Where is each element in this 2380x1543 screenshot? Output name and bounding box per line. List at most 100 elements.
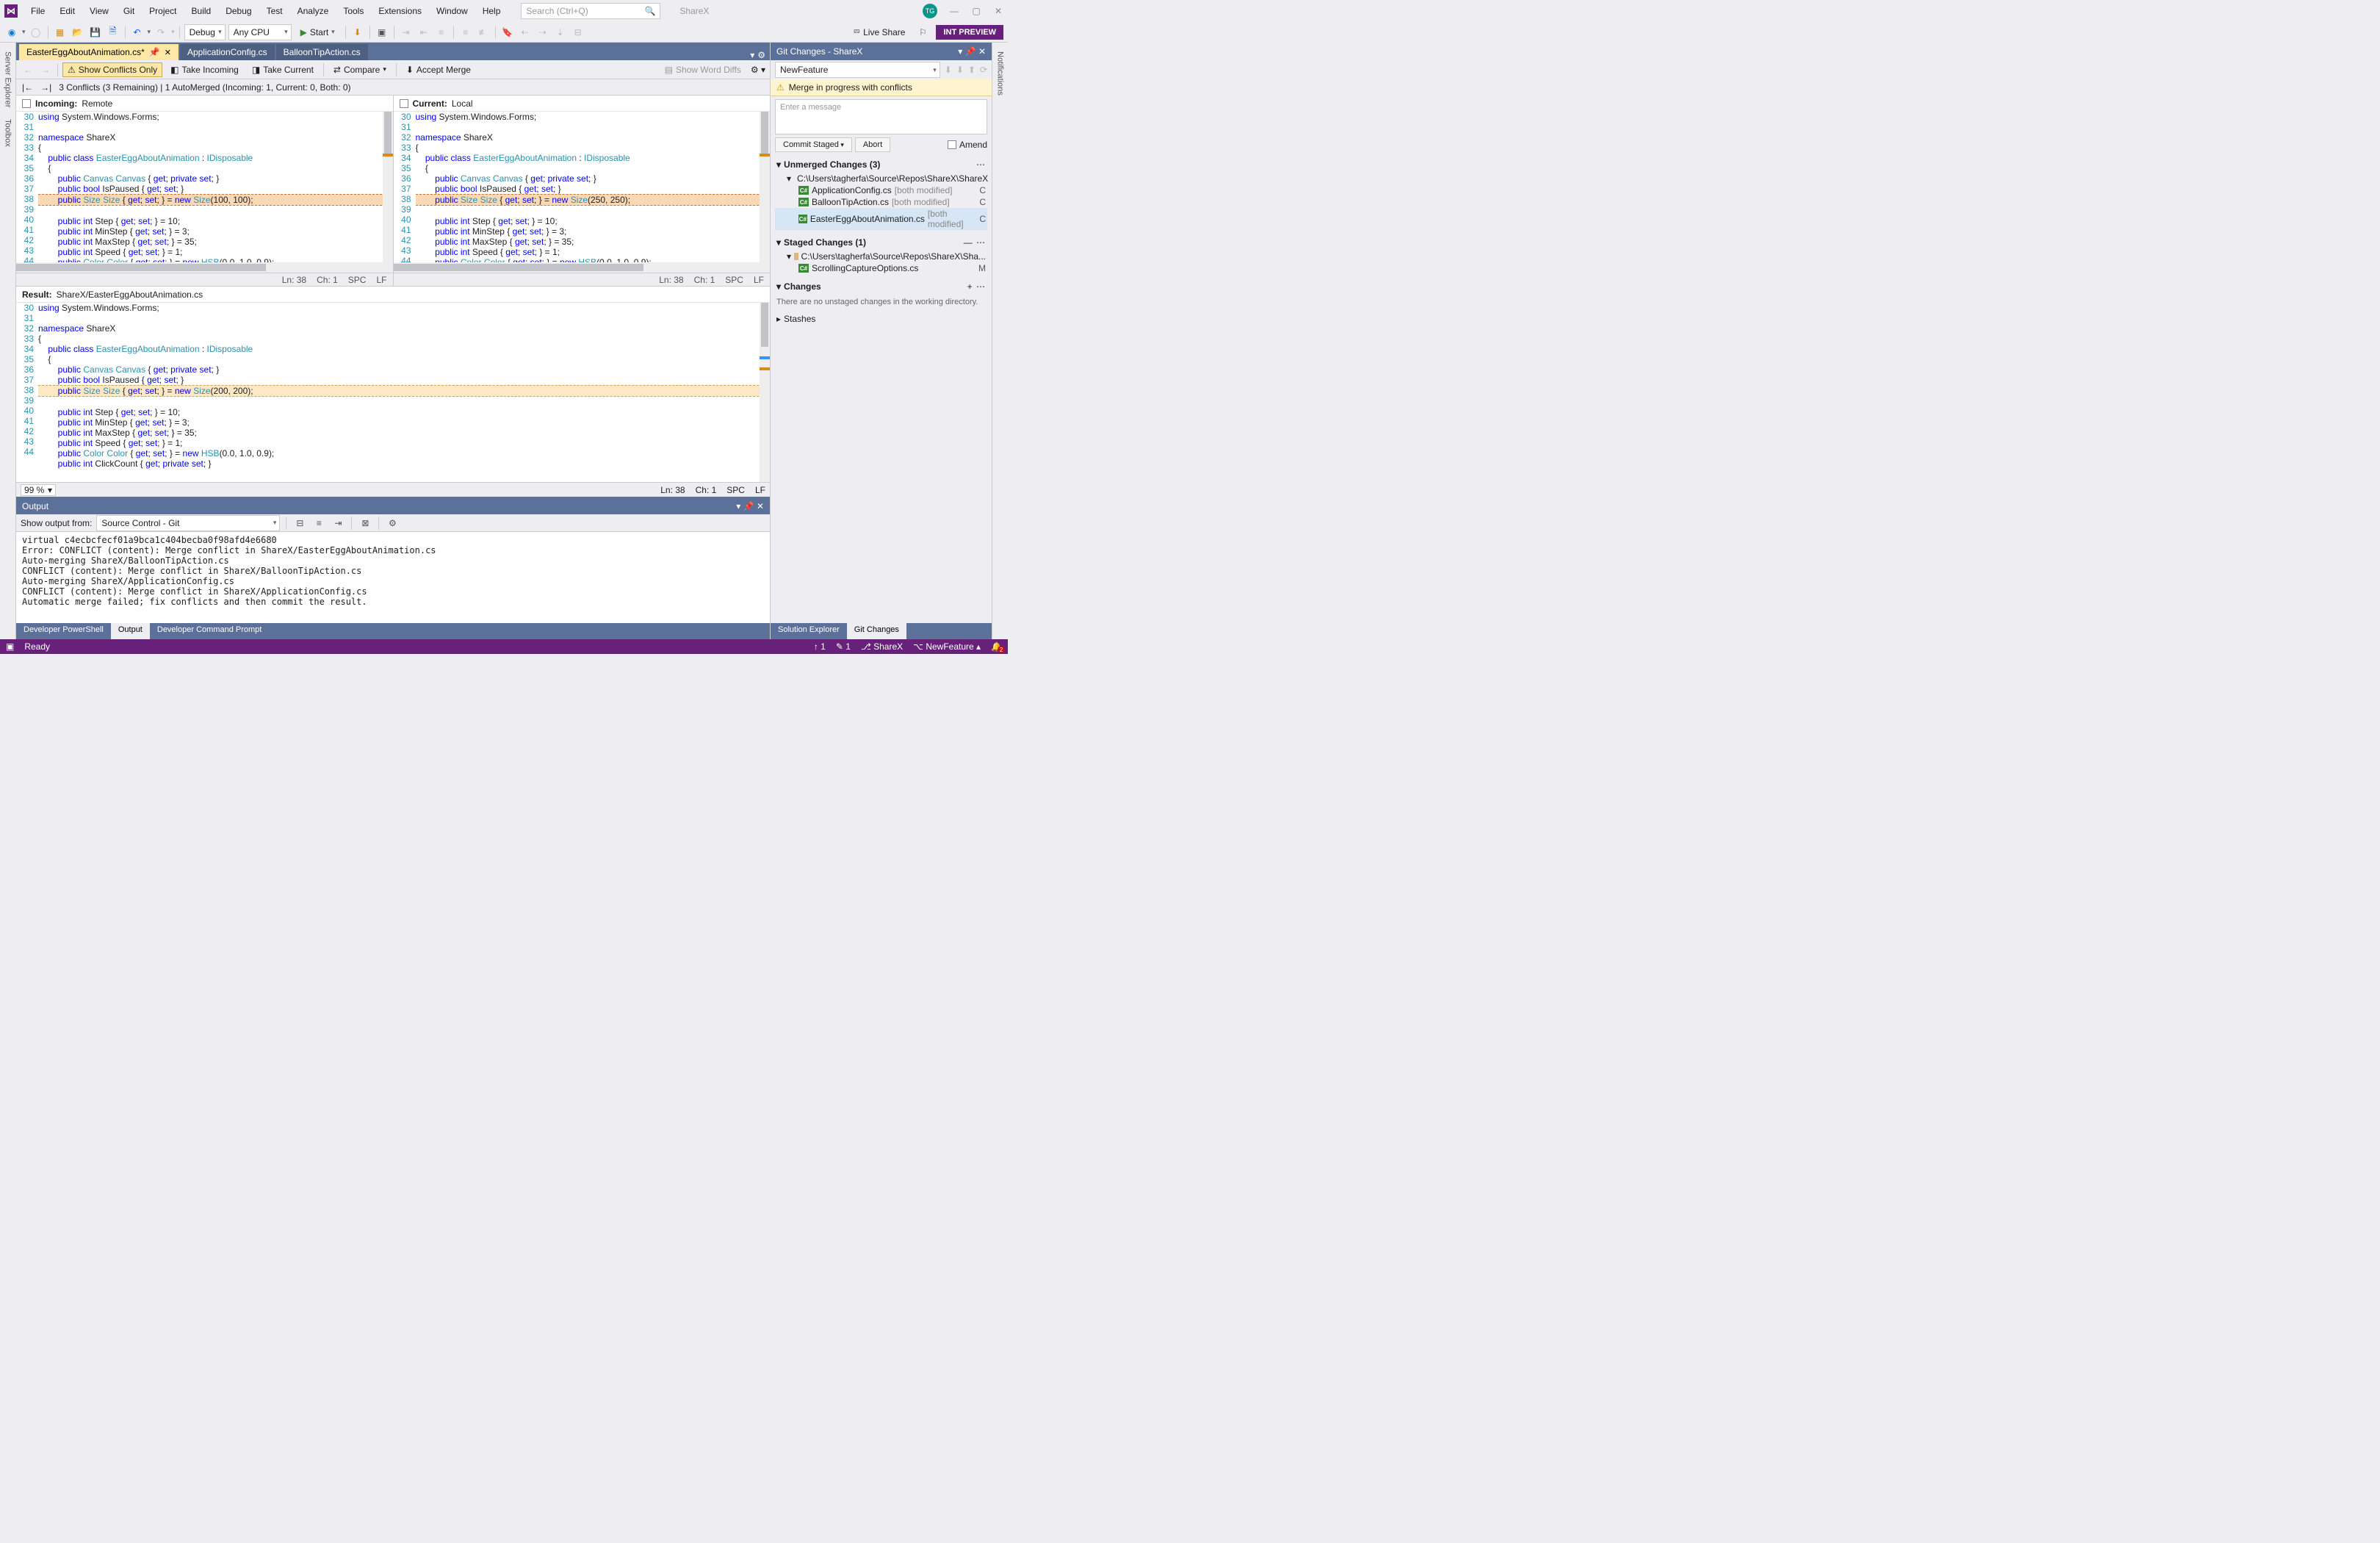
close-button[interactable]: ✕ <box>993 6 1003 16</box>
menu-build[interactable]: Build <box>186 3 217 19</box>
scrollbar-h[interactable] <box>394 262 771 273</box>
notification-bell-icon[interactable]: 🔔2 <box>991 641 1002 652</box>
config-dropdown[interactable]: Debug <box>184 24 226 40</box>
unmerged-file-2[interactable]: C#EasterEggAboutAnimation.cs [both modif… <box>775 208 987 230</box>
solution-explorer-tab[interactable]: Solution Explorer <box>771 623 847 639</box>
live-share-button[interactable]: ⮹ Live Share <box>849 26 910 37</box>
take-current-button[interactable]: ◨Take Current <box>247 62 319 77</box>
status-repo[interactable]: ⎇ ShareX <box>861 641 903 652</box>
stage-icon[interactable]: + <box>967 281 973 292</box>
maximize-button[interactable]: ▢ <box>971 6 981 16</box>
incoming-code[interactable]: 30 31 32 33 34 35 36 37 38 39 40 41 42 4… <box>16 112 393 262</box>
word-diffs-button[interactable]: ▤Show Word Diffs <box>660 62 746 77</box>
zoom-dropdown[interactable]: 99 %▾ <box>21 484 56 496</box>
menu-test[interactable]: Test <box>261 3 289 19</box>
gear-icon[interactable]: ⚙ ▾ <box>751 65 765 75</box>
menu-project[interactable]: Project <box>143 3 182 19</box>
output-toggle-icon[interactable]: ▣ <box>6 641 14 652</box>
fetch-icon[interactable]: ⬇ <box>945 65 952 75</box>
save-icon[interactable]: 💾 <box>88 25 103 40</box>
menu-tools[interactable]: Tools <box>337 3 369 19</box>
scrollbar-h[interactable] <box>16 262 393 273</box>
bm-clear-icon[interactable]: ⇣ <box>553 25 568 40</box>
compare-button[interactable]: ⇄Compare ▾ <box>328 62 392 77</box>
output-dropdown-icon[interactable]: ▾ <box>736 501 740 511</box>
unmerged-file-1[interactable]: C#BalloonTipAction.cs [both modified]C <box>775 196 987 208</box>
menu-edit[interactable]: Edit <box>54 3 81 19</box>
out-toggle-icon[interactable]: ≡ <box>311 516 326 530</box>
nav-back-icon[interactable]: ◉ <box>4 25 19 40</box>
current-checkbox[interactable] <box>400 99 408 108</box>
accept-merge-button[interactable]: ⬇Accept Merge <box>401 62 476 77</box>
status-up[interactable]: ↑ 1 <box>814 641 826 652</box>
staged-file-0[interactable]: C#ScrollingCaptureOptions.csM <box>775 262 987 274</box>
git-pin-icon[interactable]: 📌 <box>965 46 976 57</box>
indent-icon[interactable]: ⇥ <box>399 25 414 40</box>
open-icon[interactable]: 📂 <box>71 25 85 40</box>
push-icon[interactable]: ⬆ <box>968 65 976 75</box>
more-icon[interactable]: ⋯ <box>976 281 986 292</box>
menu-git[interactable]: Git <box>118 3 140 19</box>
start-button[interactable]: ▶ Start ▾ <box>295 24 341 40</box>
out-settings-icon[interactable]: ⚙ <box>385 516 400 530</box>
bm-next-icon[interactable]: ⇢ <box>536 25 550 40</box>
commit-staged-button[interactable]: Commit Staged <box>775 137 852 152</box>
pin-icon[interactable]: 📌 <box>149 47 160 57</box>
tab-settings-icon[interactable]: ⚙ <box>757 50 765 60</box>
server-explorer-tab[interactable]: Server Explorer <box>2 46 14 113</box>
unmerged-section[interactable]: ▾Unmerged Changes (3)⋯ <box>771 157 992 173</box>
branch-dropdown[interactable]: NewFeature <box>775 62 940 78</box>
abort-button[interactable]: Abort <box>855 137 890 152</box>
notifications-tab[interactable]: Notifications <box>995 46 1006 101</box>
nav-back-small-icon[interactable]: ← <box>21 62 35 77</box>
redo-icon[interactable]: ↷ <box>154 25 168 40</box>
tool-icon-1[interactable]: ⬇ <box>350 25 365 40</box>
result-code[interactable]: 30 31 32 33 34 35 36 37 38 39 40 41 42 4… <box>16 303 770 482</box>
last-conflict-icon[interactable]: →| <box>40 82 51 93</box>
output-pin-icon[interactable]: 📌 <box>743 501 754 511</box>
tab-balloontip[interactable]: BalloonTipAction.cs <box>276 44 368 60</box>
output-source-dropdown[interactable]: Source Control - Git <box>96 515 280 531</box>
staged-section[interactable]: ▾Staged Changes (1)— ⋯ <box>771 234 992 251</box>
take-incoming-button[interactable]: ◧Take Incoming <box>165 62 244 77</box>
menu-analyze[interactable]: Analyze <box>292 3 335 19</box>
feedback-icon[interactable]: ⚐ <box>915 25 930 40</box>
uncomment-icon[interactable]: ≢ <box>476 25 491 40</box>
tool-icon-2[interactable]: ▣ <box>375 25 389 40</box>
tab-appconfig[interactable]: ApplicationConfig.cs <box>180 44 275 60</box>
comment-icon[interactable]: ≡ <box>458 25 473 40</box>
scrollbar-v[interactable] <box>760 112 770 262</box>
nav-fwd-small-icon[interactable]: → <box>38 62 53 77</box>
incoming-checkbox[interactable] <box>22 99 31 108</box>
git-dropdown-icon[interactable]: ▾ <box>958 46 962 57</box>
user-avatar[interactable]: TG <box>923 4 937 18</box>
scrollbar-v[interactable] <box>383 112 393 262</box>
unmerged-repo-path[interactable]: ▾C:\Users\tagherfa\Source\Repos\ShareX\S… <box>775 173 987 184</box>
out-wrap-icon[interactable]: ⇥ <box>331 516 345 530</box>
bottab-devcmd[interactable]: Developer Command Prompt <box>150 623 269 639</box>
sync-icon[interactable]: ⟳ <box>980 65 987 75</box>
current-code[interactable]: 30 31 32 33 34 35 36 37 38 39 40 41 42 4… <box>394 112 771 262</box>
outdent-icon[interactable]: ⇤ <box>416 25 431 40</box>
int-preview-badge[interactable]: INT PREVIEW <box>936 25 1003 40</box>
out-stop-icon[interactable]: ⊠ <box>358 516 372 530</box>
more-icon[interactable]: ⋯ <box>976 237 986 248</box>
menu-window[interactable]: Window <box>430 3 474 19</box>
platform-dropdown[interactable]: Any CPU <box>228 24 292 40</box>
save-all-icon[interactable]: 🗎 <box>106 25 120 40</box>
output-close-icon[interactable]: ✕ <box>757 501 764 511</box>
close-icon[interactable]: ✕ <box>165 48 171 57</box>
unstage-icon[interactable]: — <box>964 237 973 248</box>
show-conflicts-button[interactable]: ⚠Show Conflicts Only <box>62 62 162 77</box>
menu-extensions[interactable]: Extensions <box>372 3 428 19</box>
bm-list-icon[interactable]: ⊟ <box>571 25 585 40</box>
git-changes-tab[interactable]: Git Changes <box>847 623 906 639</box>
bottab-powershell[interactable]: Developer PowerShell <box>16 623 111 639</box>
staged-repo-path[interactable]: ▾C:\Users\tagherfa\Source\Repos\ShareX\S… <box>775 251 987 262</box>
bm-prev-icon[interactable]: ⇠ <box>518 25 533 40</box>
toolbox-tab[interactable]: Toolbox <box>2 113 14 153</box>
unmerged-file-0[interactable]: C#ApplicationConfig.cs [both modified]C <box>775 184 987 196</box>
changes-section[interactable]: ▾Changes+ ⋯ <box>771 278 992 295</box>
amend-checkbox[interactable] <box>948 140 956 149</box>
tab-dropdown-icon[interactable]: ▾ <box>750 50 754 60</box>
